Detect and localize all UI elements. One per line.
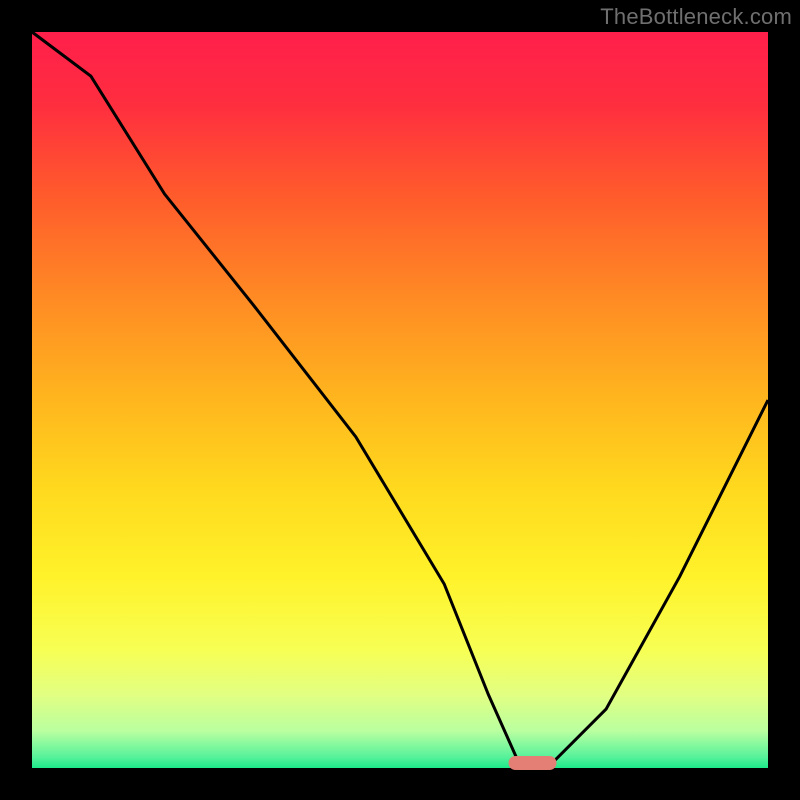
chart-plot-area — [32, 32, 768, 768]
optimal-marker — [509, 756, 557, 770]
watermark-text: TheBottleneck.com — [600, 4, 792, 30]
bottleneck-chart — [0, 0, 800, 800]
